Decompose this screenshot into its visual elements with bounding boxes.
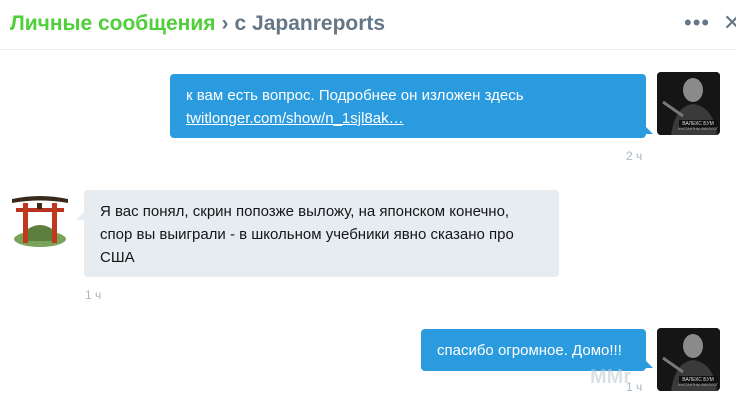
bubble-tail xyxy=(645,126,653,134)
message-bubble-incoming: Я вас понял, скрин попозже выложу, на яп… xyxy=(84,190,559,277)
message-text: США xyxy=(100,249,135,266)
bubble-tail xyxy=(76,212,84,220)
avatar-subcaption: ИНСТАНТНЫ ФИЛОЛОГ xyxy=(678,383,718,387)
bubble-tail xyxy=(645,360,653,368)
message-link[interactable]: twitlonger.com/show/n_1sjl8ak… xyxy=(186,110,404,127)
message-text: спор вы выиграли - в школьном учебники я… xyxy=(100,226,514,243)
avatar[interactable]: ВАЛЕКС БУМ ИНСТАНТНЫ ФИЛОЛОГ xyxy=(657,328,720,391)
message-text: спасибо огромное. Домо!!! xyxy=(437,342,622,359)
watermark: MMr xyxy=(590,366,632,388)
torii-avatar[interactable] xyxy=(10,191,70,251)
breadcrumb-separator: › xyxy=(221,12,229,35)
message-text: к вам есть вопрос. Подробнее он изложен … xyxy=(186,87,524,104)
avatar[interactable]: ВАЛЕКС БУМ ИНСТАНТНЫ ФИЛОЛОГ xyxy=(657,72,720,135)
avatar-subcaption: ИНСТАНТНЫ ФИЛОЛОГ xyxy=(678,127,718,131)
message-bubble-outgoing: к вам есть вопрос. Подробнее он изложен … xyxy=(170,74,646,138)
message-timestamp: 1 ч xyxy=(85,288,102,302)
message-text: Я вас понял, скрин попозже выложу, на яп… xyxy=(100,203,510,220)
breadcrumb-messages[interactable]: Личные сообщения xyxy=(10,12,216,35)
dialog-header: Личные сообщения › с Japanreports ••• ✕ xyxy=(0,0,736,50)
close-icon[interactable]: ✕ xyxy=(723,10,736,36)
message-bubble-outgoing: спасибо огромное. Домо!!! xyxy=(421,329,646,371)
more-dots-icon[interactable]: ••• xyxy=(684,12,710,34)
message-timestamp: 2 ч xyxy=(626,149,643,163)
dialog-title: Личные сообщения › с Japanreports xyxy=(10,10,385,38)
conversation-name: с Japanreports xyxy=(234,12,386,35)
